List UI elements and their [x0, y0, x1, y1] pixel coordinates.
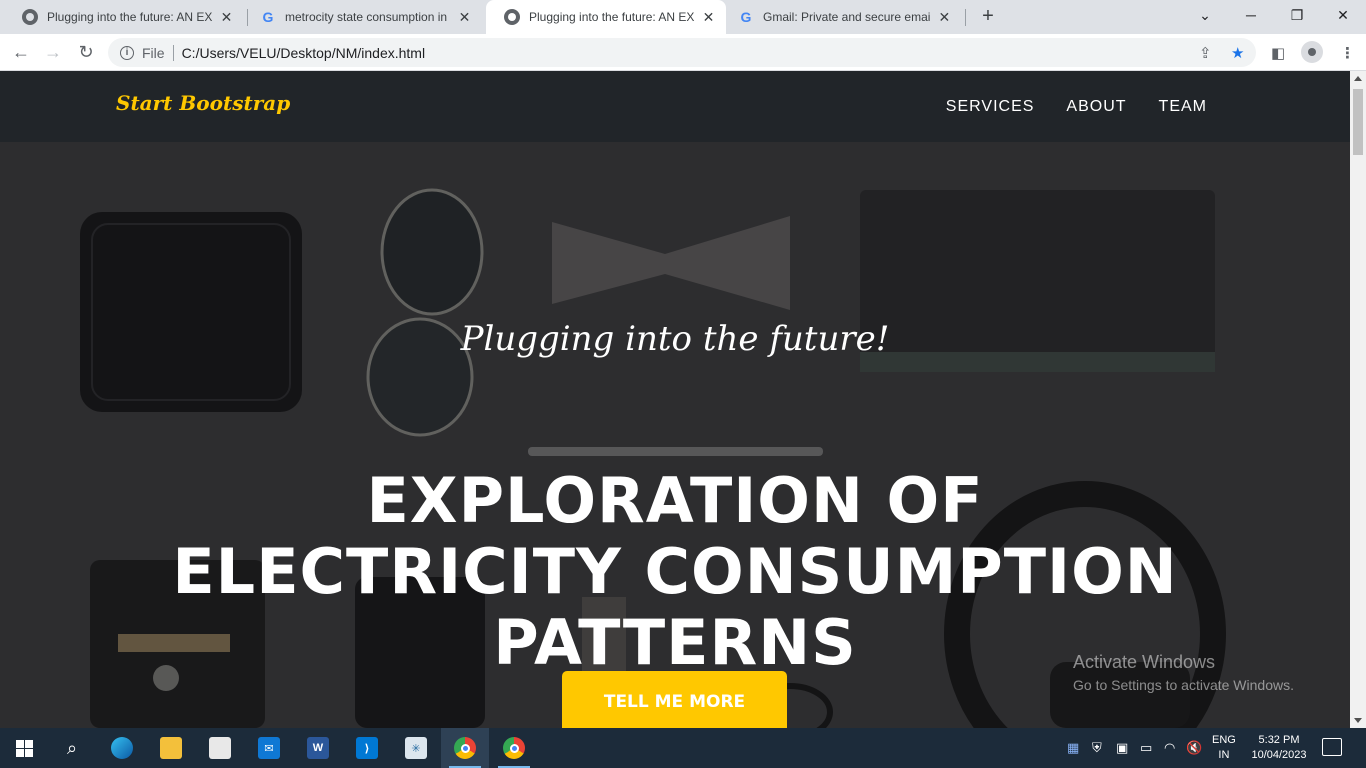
chrome-profile-icon[interactable] [490, 728, 538, 768]
security-icon[interactable]: ⛨ [1092, 740, 1102, 756]
input-language[interactable]: ENG IN [1212, 733, 1236, 763]
language-code: ENG [1212, 734, 1236, 746]
wifi-icon[interactable]: ◠ [1164, 740, 1175, 756]
profile-avatar[interactable] [1301, 41, 1323, 63]
tab-title: Gmail: Private and secure email at no co… [763, 10, 931, 24]
network-app-icon[interactable]: ✳ [392, 728, 440, 768]
chrome-icon[interactable] [441, 728, 489, 768]
vs-code-icon[interactable]: ⟩ [343, 728, 391, 768]
watermark-title: Activate Windows [1073, 652, 1216, 672]
bookmark-star-icon[interactable]: ★ [1231, 44, 1244, 62]
close-icon[interactable]: ✕ [457, 9, 472, 26]
hero-subheading: Plugging into the future! [460, 319, 890, 359]
windows-taskbar: ⌕ ✉ W ⟩ ✳ ▦ ⛨ ▣ ▭ ◠ 🔇 ENG IN 5:32 PM 10/… [0, 728, 1366, 768]
browser-toolbar: ← → ↻ i File C:/Users/VELU/Desktop/NM/in… [0, 34, 1366, 71]
close-icon[interactable]: ✕ [219, 9, 234, 26]
browser-tab-strip: Plugging into the future: AN EXPLORATION… [0, 0, 1366, 34]
address-divider [172, 44, 174, 61]
globe-icon [504, 9, 520, 25]
tab-separator [965, 9, 966, 26]
meet-icon[interactable]: ▣ [1116, 740, 1128, 756]
tell-me-more-button[interactable]: TELL ME MORE [562, 671, 787, 728]
globe-icon [22, 9, 38, 25]
clock-time: 5:32 PM [1258, 734, 1300, 746]
tab-title: Plugging into the future: AN EXPLORATION [529, 10, 695, 24]
scrollbar-thumb[interactable] [1353, 89, 1363, 155]
region-code: IN [1218, 749, 1230, 761]
google-icon: G [740, 9, 752, 25]
address-url: C:/Users/VELU/Desktop/NM/index.html [181, 44, 426, 61]
restore-button[interactable]: ❐ [1274, 0, 1320, 30]
system-clock[interactable]: 5:32 PM 10/04/2023 [1244, 733, 1314, 763]
file-explorer-icon[interactable] [147, 728, 195, 768]
scroll-down-arrow-icon[interactable] [1354, 718, 1362, 723]
kebab-menu-icon[interactable]: ⋮ [1340, 44, 1355, 62]
browser-tab-active[interactable]: Plugging into the future: AN EXPLORATION… [486, 0, 726, 34]
tray-app-icon[interactable]: ▦ [1067, 740, 1079, 756]
tab-title: metrocity state consumption in india [285, 10, 451, 24]
hero-heading-line: ELECTRICITY CONSUMPTION [172, 535, 1178, 608]
volume-muted-icon[interactable]: 🔇 [1186, 740, 1202, 756]
close-icon[interactable]: ✕ [937, 9, 952, 26]
side-panel-icon[interactable]: ◧ [1271, 44, 1285, 62]
minimize-button[interactable]: ─ [1228, 0, 1274, 30]
word-icon[interactable]: W [294, 728, 342, 768]
browser-tab[interactable]: G Gmail: Private and secure email at no … [720, 0, 962, 34]
reload-icon[interactable]: ↻ [74, 40, 98, 64]
scroll-up-arrow-icon[interactable] [1354, 76, 1362, 81]
page-viewport: Start Bootstrap SERVICES ABOUT TEAM Plug… [0, 71, 1350, 728]
activate-windows-watermark: Activate Windows Go to Settings to activ… [1073, 652, 1294, 693]
browser-tab[interactable]: Plugging into the future: AN EXPLORATION… [4, 0, 244, 34]
site-nav-links: SERVICES ABOUT TEAM [946, 98, 1207, 116]
notification-center-icon[interactable] [1322, 738, 1342, 756]
back-arrow-icon[interactable]: ← [9, 40, 33, 64]
site-navbar: Start Bootstrap SERVICES ABOUT TEAM [0, 71, 1350, 142]
share-icon[interactable]: ⇪ [1199, 44, 1212, 62]
nav-link-team[interactable]: TEAM [1159, 98, 1207, 116]
close-icon[interactable]: ✕ [701, 9, 716, 26]
hero-heading-line: EXPLORATION OF [366, 464, 984, 537]
battery-icon[interactable]: ▭ [1140, 740, 1152, 756]
browser-tab[interactable]: G metrocity state consumption in india ✕ [242, 0, 482, 34]
address-bar[interactable]: i File C:/Users/VELU/Desktop/NM/index.ht… [108, 38, 1256, 67]
window-close-button[interactable]: ✕ [1320, 0, 1366, 30]
hero-section: Plugging into the future! EXPLORATION OF… [0, 142, 1350, 728]
site-brand[interactable]: Start Bootstrap [116, 91, 290, 115]
forward-arrow-icon[interactable]: → [41, 40, 65, 64]
nav-link-about[interactable]: ABOUT [1066, 98, 1126, 116]
new-tab-button[interactable]: + [977, 5, 999, 28]
hero-heading: EXPLORATION OF ELECTRICITY CONSUMPTION P… [0, 465, 1350, 678]
windows-start-icon[interactable] [0, 728, 48, 768]
address-scheme: File [142, 44, 165, 61]
google-icon: G [262, 9, 274, 25]
edge-icon[interactable] [98, 728, 146, 768]
tab-title: Plugging into the future: AN EXPLORATION [47, 10, 213, 24]
page-scrollbar[interactable] [1350, 71, 1366, 728]
mail-icon[interactable]: ✉ [245, 728, 293, 768]
info-icon[interactable]: i [120, 45, 134, 60]
microsoft-store-icon[interactable] [196, 728, 244, 768]
tab-search-chevron-down-icon[interactable]: ⌄ [1182, 0, 1228, 30]
nav-link-services[interactable]: SERVICES [946, 98, 1035, 116]
clock-date: 10/04/2023 [1251, 749, 1307, 761]
watermark-subtitle: Go to Settings to activate Windows. [1073, 677, 1294, 693]
search-icon[interactable]: ⌕ [48, 728, 96, 768]
